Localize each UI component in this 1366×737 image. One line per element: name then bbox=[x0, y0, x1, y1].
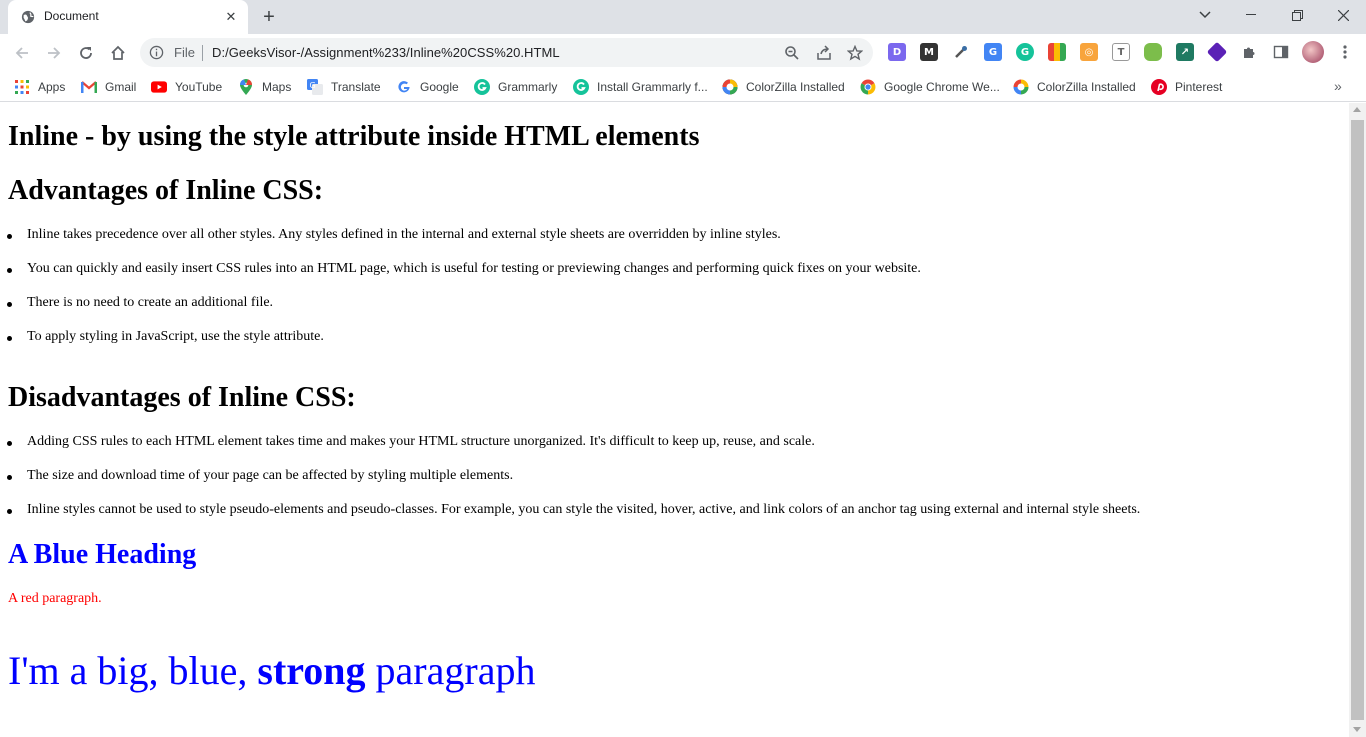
bookmark-label: Google bbox=[420, 80, 459, 94]
browser-toolbar: File D:/GeeksVisor-/Assignment%233/Inlin… bbox=[0, 34, 1366, 72]
big-paragraph-text: I'm a big, blue, bbox=[8, 648, 258, 693]
profile-avatar[interactable] bbox=[1302, 41, 1324, 63]
side-panel-icon[interactable] bbox=[1272, 43, 1290, 61]
page-viewport: Inline - by using the style attribute in… bbox=[0, 103, 1349, 737]
bookmark-label: Google Chrome We... bbox=[884, 80, 1000, 94]
red-paragraph: A red paragraph. bbox=[8, 591, 102, 606]
bookmark-google[interactable]: Google bbox=[396, 78, 459, 96]
maps-icon bbox=[238, 79, 254, 95]
bookmark-label: ColorZilla Installed bbox=[1037, 80, 1136, 94]
extension-d-icon[interactable]: D bbox=[888, 43, 906, 61]
advantages-heading: Advantages of Inline CSS: bbox=[8, 175, 324, 206]
diamond-ext-icon[interactable] bbox=[1206, 41, 1228, 63]
pinterest-icon bbox=[1151, 79, 1167, 95]
bookmark-maps[interactable]: Maps bbox=[238, 78, 291, 96]
address-divider bbox=[202, 45, 203, 61]
bookmark-apps[interactable]: Apps bbox=[14, 78, 65, 96]
bookmark-label: Grammarly bbox=[498, 80, 558, 94]
bookmark-translate[interactable]: G Translate bbox=[307, 78, 381, 96]
youtube-icon bbox=[151, 79, 167, 95]
grammarly-ext-icon[interactable]: G bbox=[1016, 43, 1034, 61]
bookmark-colorzilla-1[interactable]: ColorZilla Installed bbox=[722, 78, 845, 96]
bookmark-label: Install Grammarly f... bbox=[597, 80, 708, 94]
grammarly-icon bbox=[573, 79, 589, 95]
forward-icon[interactable] bbox=[40, 39, 68, 67]
text-ext-icon[interactable]: T bbox=[1112, 43, 1130, 61]
bookmarks-bar: Apps Gmail YouTube Maps G Translate Goog… bbox=[0, 72, 1366, 102]
close-tab-icon[interactable]: ✕ bbox=[222, 8, 240, 26]
close-window-icon[interactable] bbox=[1320, 0, 1366, 30]
address-bar[interactable]: File D:/GeeksVisor-/Assignment%233/Inlin… bbox=[140, 38, 873, 67]
bookmark-label: Pinterest bbox=[1175, 80, 1223, 94]
colorzilla-icon bbox=[1013, 79, 1029, 95]
chrome-icon bbox=[860, 79, 876, 95]
bookmark-label: Gmail bbox=[105, 80, 137, 94]
tab-title: Document bbox=[44, 9, 99, 23]
scroll-up-arrow-icon[interactable] bbox=[1353, 107, 1361, 112]
bookmark-star-icon[interactable] bbox=[845, 43, 865, 63]
bookmark-label: Maps bbox=[262, 80, 292, 94]
puzzle-extensions-icon[interactable] bbox=[1240, 43, 1258, 61]
vertical-scrollbar[interactable] bbox=[1349, 103, 1366, 737]
page-title: Inline - by using the style attribute in… bbox=[8, 121, 700, 152]
restore-icon[interactable] bbox=[1274, 0, 1320, 30]
bookmark-install-grammarly[interactable]: Install Grammarly f... bbox=[573, 78, 708, 96]
pen-ext-icon[interactable]: ↗ bbox=[1176, 43, 1194, 61]
minimize-icon[interactable] bbox=[1228, 0, 1274, 30]
bookmark-label: YouTube bbox=[175, 80, 223, 94]
zoom-icon[interactable] bbox=[782, 43, 802, 63]
bookmark-youtube[interactable]: YouTube bbox=[151, 78, 222, 96]
scroll-thumb[interactable] bbox=[1351, 120, 1364, 720]
tab-document[interactable]: Document ✕ bbox=[8, 0, 248, 34]
orange-ext-icon[interactable]: ◎ bbox=[1080, 43, 1098, 61]
bookmark-pinterest[interactable]: Pinterest bbox=[1151, 78, 1222, 96]
bookmark-grammarly[interactable]: Grammarly bbox=[474, 78, 557, 96]
grammarly-icon bbox=[474, 79, 490, 95]
eyedropper-icon[interactable] bbox=[952, 43, 970, 61]
disadvantages-heading: Disadvantages of Inline CSS: bbox=[8, 382, 356, 413]
translate-icon: G bbox=[307, 79, 323, 95]
scroll-down-arrow-icon[interactable] bbox=[1353, 727, 1361, 732]
tab-search-icon[interactable] bbox=[1182, 0, 1228, 30]
strong-text: strong bbox=[257, 648, 366, 693]
bookmark-label: Apps bbox=[38, 80, 66, 94]
color-palette-ext-icon[interactable] bbox=[1048, 43, 1066, 61]
new-tab-button[interactable]: + bbox=[258, 6, 280, 28]
menu-kebab-icon[interactable] bbox=[1336, 43, 1354, 61]
big-blue-paragraph: I'm a big, blue, strong paragraph bbox=[8, 647, 535, 694]
url-text[interactable]: D:/GeeksVisor-/Assignment%233/Inline%20C… bbox=[212, 45, 560, 60]
share-icon[interactable] bbox=[814, 43, 834, 63]
blue-heading: A Blue Heading bbox=[8, 539, 197, 570]
colorzilla-icon bbox=[722, 79, 738, 95]
scheme-label: File bbox=[174, 45, 195, 60]
google-icon bbox=[396, 79, 412, 95]
apps-grid-icon bbox=[14, 79, 30, 95]
more-bookmarks-icon[interactable]: » bbox=[1334, 78, 1342, 94]
bookmark-colorzilla-2[interactable]: ColorZilla Installed bbox=[1013, 78, 1136, 96]
video-ext-icon[interactable] bbox=[1144, 43, 1162, 61]
extension-m-icon[interactable]: M bbox=[920, 43, 938, 61]
bookmark-label: ColorZilla Installed bbox=[746, 80, 845, 94]
svg-text:G: G bbox=[310, 81, 316, 90]
back-icon[interactable] bbox=[8, 39, 36, 67]
google-translate-ext-icon[interactable]: G bbox=[984, 43, 1002, 61]
home-icon[interactable] bbox=[104, 39, 132, 67]
bookmark-label: Translate bbox=[331, 80, 381, 94]
globe-icon bbox=[21, 10, 35, 24]
site-info-icon[interactable] bbox=[149, 45, 164, 60]
reload-icon[interactable] bbox=[72, 39, 100, 67]
bookmark-gmail[interactable]: Gmail bbox=[81, 78, 136, 96]
gmail-icon bbox=[81, 79, 97, 95]
bookmark-chrome-webstore[interactable]: Google Chrome We... bbox=[860, 78, 1000, 96]
tab-strip: Document ✕ + bbox=[0, 0, 1366, 34]
big-paragraph-text-end: paragraph bbox=[365, 648, 536, 693]
